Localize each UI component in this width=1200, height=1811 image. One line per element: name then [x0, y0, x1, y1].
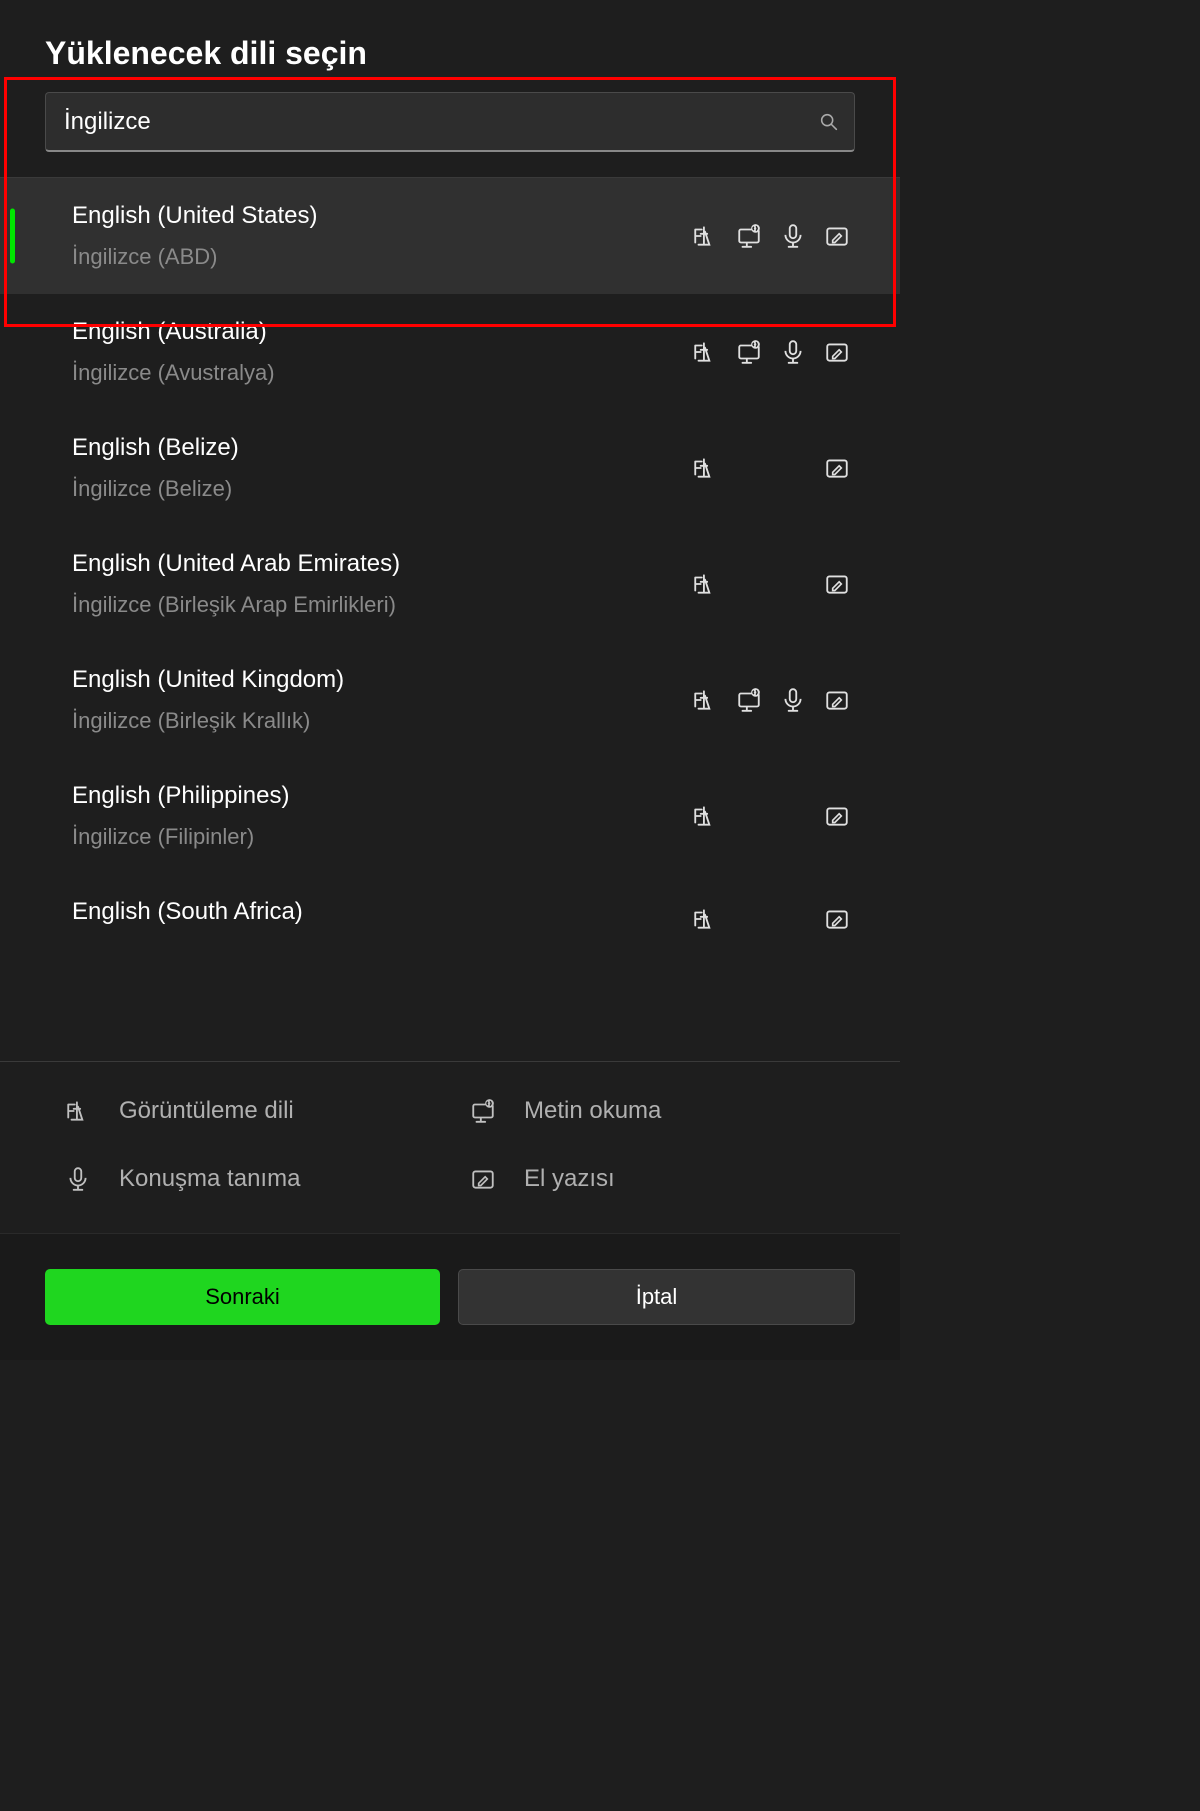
language-item[interactable]: English (United States) İngilizce (ABD) — [0, 178, 900, 294]
language-name: English (Australia) — [72, 318, 692, 346]
handwriting-icon — [824, 906, 850, 932]
icon-empty — [736, 455, 762, 481]
legend-display: Görüntüleme dili — [65, 1097, 430, 1125]
handwriting-icon — [824, 803, 850, 829]
language-feature-icons — [692, 571, 850, 597]
handwriting-icon — [824, 223, 850, 249]
language-name: English (United States) — [72, 202, 692, 230]
legend-display-label: Görüntüleme dili — [119, 1097, 294, 1125]
language-text: English (Belize) İngilizce (Belize) — [72, 434, 692, 502]
language-feature-icons — [692, 339, 850, 365]
language-native: İngilizce (Belize) — [72, 476, 692, 502]
search-field-wrap[interactable] — [45, 92, 855, 152]
dialog-header: Yüklenecek dili seçin — [0, 0, 900, 92]
language-native: İngilizce (Filipinler) — [72, 824, 692, 850]
display-language-icon — [692, 339, 718, 365]
speech-recognition-icon — [780, 687, 806, 713]
language-name: English (United Arab Emirates) — [72, 550, 692, 578]
feature-legend: Görüntüleme dili Metin okuma Konuşma tan… — [0, 1061, 900, 1233]
handwriting-icon — [824, 571, 850, 597]
language-feature-icons — [692, 455, 850, 481]
icon-empty — [736, 803, 762, 829]
language-feature-icons — [692, 803, 850, 829]
next-button[interactable]: Sonraki — [45, 1269, 440, 1325]
display-language-icon — [692, 455, 718, 481]
speech-recognition-icon — [65, 1166, 91, 1192]
language-text: English (United Kingdom) İngilizce (Birle… — [72, 666, 692, 734]
display-language-icon — [692, 906, 718, 932]
handwriting-icon — [824, 687, 850, 713]
handwriting-icon — [470, 1166, 496, 1192]
language-native: İngilizce (Birleşik Arap Emirlikleri) — [72, 592, 692, 618]
language-install-dialog: Yüklenecek dili seçin English (United St… — [0, 0, 900, 1360]
text-to-speech-icon — [736, 687, 762, 713]
speech-recognition-icon — [780, 223, 806, 249]
language-item[interactable]: English (United Arab Emirates) İngilizce … — [0, 526, 900, 642]
icon-empty — [780, 455, 806, 481]
language-native: İngilizce (Birleşik Krallık) — [72, 708, 692, 734]
search-area — [0, 92, 900, 177]
icon-empty — [736, 906, 762, 932]
text-to-speech-icon — [736, 223, 762, 249]
language-item[interactable]: English (United Kingdom) İngilizce (Birle… — [0, 642, 900, 758]
language-feature-icons — [692, 223, 850, 249]
language-text: English (South Africa) — [72, 898, 692, 940]
display-language-icon — [692, 687, 718, 713]
language-item[interactable]: English (Australia) İngilizce (Avustralya… — [0, 294, 900, 410]
language-feature-icons — [692, 906, 850, 932]
handwriting-icon — [824, 339, 850, 365]
language-text: English (United Arab Emirates) İngilizce … — [72, 550, 692, 618]
legend-speech-label: Konuşma tanıma — [119, 1165, 300, 1193]
language-name: English (South Africa) — [72, 898, 692, 926]
language-name: English (Belize) — [72, 434, 692, 462]
text-to-speech-icon — [736, 339, 762, 365]
icon-empty — [780, 803, 806, 829]
language-text: English (Australia) İngilizce (Avustralya… — [72, 318, 692, 386]
icon-empty — [736, 571, 762, 597]
legend-tts: Metin okuma — [470, 1097, 835, 1125]
language-native: İngilizce (Avustralya) — [72, 360, 692, 386]
icon-empty — [780, 571, 806, 597]
legend-handwriting: El yazısı — [470, 1165, 835, 1193]
legend-handwriting-label: El yazısı — [524, 1165, 615, 1193]
text-to-speech-icon — [470, 1098, 496, 1124]
dialog-title: Yüklenecek dili seçin — [45, 35, 855, 72]
legend-speech: Konuşma tanıma — [65, 1165, 430, 1193]
handwriting-icon — [824, 455, 850, 481]
language-text: English (Philippines) İngilizce (Filipinl… — [72, 782, 692, 850]
display-language-icon — [692, 223, 718, 249]
language-feature-icons — [692, 687, 850, 713]
search-input[interactable] — [64, 108, 804, 136]
language-item[interactable]: English (Belize) İngilizce (Belize) — [0, 410, 900, 526]
cancel-button[interactable]: İptal — [458, 1269, 855, 1325]
icon-empty — [780, 906, 806, 932]
language-item[interactable]: English (Philippines) İngilizce (Filipinl… — [0, 758, 900, 874]
language-name: English (United Kingdom) — [72, 666, 692, 694]
language-text: English (United States) İngilizce (ABD) — [72, 202, 692, 270]
legend-tts-label: Metin okuma — [524, 1097, 661, 1125]
dialog-footer: Sonraki İptal — [0, 1233, 900, 1360]
display-language-icon — [692, 571, 718, 597]
language-name: English (Philippines) — [72, 782, 692, 810]
display-language-icon — [65, 1098, 91, 1124]
display-language-icon — [692, 803, 718, 829]
speech-recognition-icon — [780, 339, 806, 365]
language-item[interactable]: English (South Africa) — [0, 874, 900, 964]
language-native: İngilizce (ABD) — [72, 244, 692, 270]
search-icon[interactable] — [818, 111, 840, 133]
language-list[interactable]: English (United States)İngilizce (ABD)En… — [0, 177, 900, 1061]
